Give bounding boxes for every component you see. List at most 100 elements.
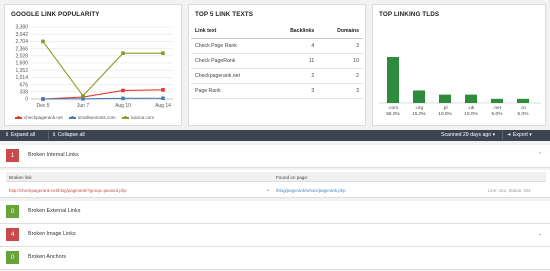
chevron-down-icon: ⌄ bbox=[537, 231, 542, 237]
cell-domains: 3 bbox=[318, 38, 363, 54]
bar bbox=[465, 94, 477, 103]
x-tick-label: Aug 14 bbox=[155, 103, 171, 109]
x-tick-label: Dec 5 bbox=[36, 103, 49, 109]
section-label: Broken External Links bbox=[28, 208, 81, 214]
cell-link-text: Page Rank bbox=[191, 83, 271, 99]
section-broken-internal-links[interactable]: 1 Broken Internal Links ⌃ bbox=[0, 145, 550, 168]
section-broken-external-links[interactable]: 0 Broken External Links bbox=[0, 201, 550, 224]
series-line bbox=[42, 41, 163, 97]
scanned-dropdown[interactable]: Scanned 29 days ago ▾ bbox=[441, 130, 495, 141]
cell-backlinks: 11 bbox=[270, 53, 319, 69]
cell-link-text: Checkpagerank.net bbox=[191, 68, 271, 84]
data-point bbox=[121, 88, 125, 93]
series-line bbox=[42, 89, 164, 100]
bar bbox=[517, 98, 529, 103]
toolbar-divider bbox=[48, 131, 49, 140]
bar-category-label: .org bbox=[415, 105, 424, 111]
collapse-icon: ⇕ bbox=[52, 132, 57, 138]
cell-domains: 3 bbox=[318, 83, 363, 99]
data-point bbox=[41, 97, 45, 101]
bar bbox=[491, 98, 503, 103]
data-point bbox=[121, 51, 125, 56]
y-tick-label: 3,042 bbox=[15, 32, 28, 38]
y-tick-label: 0 bbox=[25, 97, 28, 103]
line-status-info: Line: 151, Status: 404 bbox=[488, 188, 531, 193]
bar bbox=[387, 57, 399, 103]
cell-domains: 10 bbox=[318, 53, 363, 69]
collapse-all-button[interactable]: ⇕ Collapse all bbox=[52, 130, 85, 141]
count-badge: 0 bbox=[6, 251, 19, 264]
y-tick-label: 338 bbox=[20, 90, 29, 96]
legend-item-checkpagerank: checkpagerank.net bbox=[15, 115, 63, 120]
table-header-row: Link text Backlinks Domains bbox=[191, 24, 363, 39]
google-link-popularity-panel: GOOGLE LINK POPULARITY 0 338 676 1,014 1,352… bbox=[4, 4, 182, 126]
col-link-text: Link text bbox=[191, 24, 271, 39]
open-link-icon[interactable]: ⚭ bbox=[266, 188, 270, 194]
count-badge: 4 bbox=[6, 228, 19, 241]
bar-value-label: 15.0% bbox=[412, 111, 426, 117]
section-label: Broken Image Links bbox=[28, 231, 76, 237]
bar-category-label: .ro bbox=[520, 105, 526, 111]
cell-backlinks: 2 bbox=[270, 68, 319, 84]
data-point bbox=[161, 88, 165, 92]
toolbar-divider bbox=[502, 131, 503, 140]
link-popularity-chart: 0338 6761,0141,3521,6902,028 2,3662,7043,0… bbox=[15, 25, 173, 109]
cell-backlinks: 3 bbox=[270, 83, 319, 99]
count-badge: 0 bbox=[6, 205, 19, 218]
x-tick-label: Aug 10 bbox=[115, 103, 131, 109]
y-tick-label: 2,704 bbox=[15, 39, 28, 45]
cell-link-text: Check Page Rank bbox=[191, 38, 271, 54]
table-row: Checkpagerank.net 2 2 bbox=[191, 68, 363, 84]
section-broken-anchors[interactable]: 0 Broken Anchors bbox=[0, 247, 550, 270]
table-row: Check Page Rank 4 3 bbox=[191, 38, 363, 54]
export-label: Export bbox=[512, 132, 528, 138]
top-link-texts-panel: TOP 5 LINK TEXTS Link text Backlinks Dom… bbox=[188, 4, 366, 126]
bar-value-label: 10.0% bbox=[464, 111, 478, 117]
section-broken-image-links[interactable]: 4 Broken Image Links ⌄ bbox=[0, 224, 550, 247]
expand-all-button[interactable]: ⇕ Expand all bbox=[5, 130, 35, 141]
bar bbox=[413, 90, 425, 103]
bar-value-label: 5.0% bbox=[518, 111, 530, 117]
bar-category-label: .pl bbox=[442, 105, 447, 111]
export-icon: ➜ bbox=[507, 132, 512, 138]
y-tick-label: 2,366 bbox=[15, 46, 28, 52]
chart-legend: checkpagerank.net smallseotools.com ican… bbox=[15, 115, 154, 120]
link-texts-table: Link text Backlinks Domains Check Page R… bbox=[191, 24, 363, 99]
col-domains: Domains bbox=[318, 24, 363, 39]
bar-category-label: .uk bbox=[468, 105, 475, 111]
y-tick-label: 676 bbox=[20, 82, 29, 88]
table-row: http://checkpagerank.net/blog/pagerank/?… bbox=[6, 184, 546, 196]
x-tick-label: Jun 7 bbox=[77, 103, 89, 109]
chevron-down-icon: ▾ bbox=[529, 132, 532, 138]
col-found-on-page: Found on page: bbox=[276, 175, 309, 180]
report-toolbar: ⇕ Expand all ⇕ Collapse all Scanned 29 d… bbox=[0, 130, 550, 141]
tld-bar-chart: .com55.0%.org15.0%.pl10.0%.uk10.0%.net5.… bbox=[379, 57, 541, 117]
y-tick-label: 3,380 bbox=[15, 25, 28, 31]
y-tick-label: 1,014 bbox=[15, 75, 28, 81]
count-badge: 1 bbox=[6, 149, 19, 162]
bar-value-label: 10.0% bbox=[438, 111, 452, 117]
data-point bbox=[41, 39, 45, 44]
bar-category-label: .net bbox=[493, 105, 502, 111]
bar bbox=[439, 94, 451, 103]
chevron-up-icon: ⌃ bbox=[537, 152, 542, 158]
collapse-all-label: Collapse all bbox=[57, 132, 85, 138]
chevron-down-icon: ▾ bbox=[492, 132, 496, 138]
col-broken-link: Broken link bbox=[9, 175, 32, 180]
data-point bbox=[161, 96, 165, 101]
section-label: Broken Internal Links bbox=[28, 152, 79, 158]
broken-link-url[interactable]: http://checkpagerank.net/blog/pagerank/?… bbox=[9, 188, 127, 193]
cell-link-text: Check PageRank bbox=[191, 53, 271, 69]
bar-category-label: .com bbox=[388, 106, 398, 111]
expand-icon: ⇕ bbox=[5, 132, 10, 138]
data-point bbox=[81, 94, 85, 98]
expand-all-label: Expand all bbox=[10, 132, 36, 138]
bar-value-label: 55.0% bbox=[386, 111, 400, 117]
export-button[interactable]: ➜ Export ▾ bbox=[507, 130, 532, 141]
broken-links-detail: Broken link Found on page: http://checkp… bbox=[0, 170, 550, 198]
found-on-page-url[interactable]: /blog/pagerank/whois/pagerank.php bbox=[276, 188, 346, 193]
col-backlinks: Backlinks bbox=[270, 24, 319, 39]
y-tick-label: 1,352 bbox=[15, 68, 28, 74]
detail-table-header: Broken link Found on page: bbox=[6, 172, 546, 182]
bar-value-label: 5.0% bbox=[492, 111, 504, 117]
